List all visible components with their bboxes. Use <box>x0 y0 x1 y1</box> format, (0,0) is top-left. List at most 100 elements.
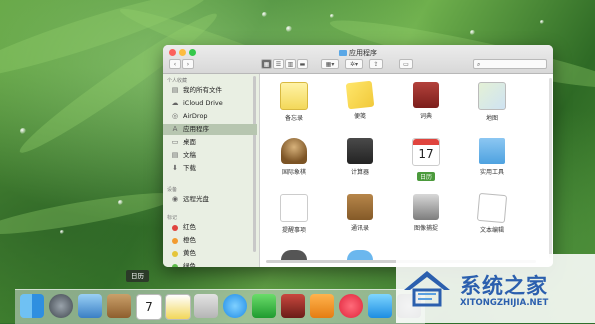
app-item[interactable]: 提醒事项 <box>266 194 322 234</box>
sidebar-device-item[interactable]: ◉ 远程光盘 <box>163 194 257 205</box>
vertical-scrollbar[interactable] <box>549 78 552 258</box>
dock-messages-icon[interactable] <box>223 294 247 318</box>
dock-stickies-icon[interactable] <box>165 294 191 320</box>
column-view-button[interactable]: ▥ <box>285 59 296 69</box>
app-label: 实用工具 <box>479 169 504 176</box>
search-field[interactable]: ⌕ <box>473 59 547 69</box>
partial-app-icon[interactable] <box>281 250 307 260</box>
watermark-name: 系统之家 <box>460 274 548 298</box>
tag-color-dot-icon <box>172 238 178 244</box>
dock-music-icon[interactable] <box>339 294 363 318</box>
dock-finder-icon[interactable] <box>20 294 44 318</box>
app-item[interactable]: 便笺 <box>332 80 388 120</box>
sidebar-tag-item[interactable]: 黄色 <box>163 248 257 259</box>
cloud-icon: ☁ <box>171 99 179 107</box>
favorites-header: 个人收藏 <box>167 78 188 84</box>
sidebar-item[interactable]: ▤ 文稿 <box>163 150 257 161</box>
list-view-button[interactable]: ☰ <box>273 59 284 69</box>
dock-tooltip: 日历 <box>126 270 149 282</box>
dock-preview-icon[interactable] <box>78 294 102 318</box>
app-item[interactable]: 地图 <box>464 82 520 122</box>
calculator-icon <box>347 138 373 164</box>
app-label: 提醒事项 <box>281 227 306 234</box>
dock-photos-icon[interactable] <box>194 294 218 318</box>
app-label: 图像捕捉 <box>413 225 438 232</box>
dock-ibooks-icon[interactable] <box>310 294 334 318</box>
airdrop-icon: ◎ <box>171 112 179 120</box>
tag-color-dot-icon <box>172 264 178 267</box>
downloads-icon: ⬇ <box>172 164 178 172</box>
watermark-logo <box>404 271 450 307</box>
sidebar-item[interactable]: ⬇ 下载 <box>163 163 257 174</box>
app-label: 通讯录 <box>350 225 369 232</box>
documents-icon: ▤ <box>171 151 179 159</box>
contacts-icon <box>347 194 373 220</box>
forward-button[interactable]: › <box>182 59 194 69</box>
sidebar-item[interactable]: A 应用程序 <box>163 124 257 135</box>
icon-view-button[interactable]: ▦ <box>261 59 272 69</box>
app-item[interactable]: 17 日历 <box>398 138 454 181</box>
action-menu-button[interactable]: ✲▾ <box>345 59 363 69</box>
reminders-icon <box>280 194 308 222</box>
sidebar-item[interactable]: ▤ 我的所有文件 <box>163 85 257 96</box>
chess-icon <box>281 138 307 164</box>
dock-app-store-icon[interactable] <box>368 294 392 318</box>
sidebar-item[interactable]: ◎ AirDrop <box>163 111 257 122</box>
cover-flow-button[interactable]: ▬ <box>297 59 308 69</box>
app-item[interactable]: 通讯录 <box>332 194 388 232</box>
dock-calendar-icon[interactable]: 7 <box>136 294 162 320</box>
window-title: 应用程序 <box>163 48 553 58</box>
desktop-icon: ▭ <box>171 138 179 146</box>
app-label: 词典 <box>419 113 432 120</box>
back-button[interactable]: ‹ <box>169 59 181 69</box>
sidebar-item-label: 绿色 <box>183 262 196 267</box>
arrange-menu-button[interactable]: ▦▾ <box>321 59 339 69</box>
app-item[interactable]: 词典 <box>398 82 454 120</box>
all-files-icon: ▤ <box>171 86 179 94</box>
finder-window: 应用程序 ‹ › ▦ ☰ ▥ ▬ ▦▾ ✲▾ ⇪ ▭ ⌕ 个人收藏 ▤ 我的所有文… <box>163 45 553 267</box>
app-item[interactable]: 计算器 <box>332 138 388 176</box>
partial-app-icon[interactable] <box>347 250 373 260</box>
dock-facetime-icon[interactable] <box>252 294 276 318</box>
dock-notes-book-icon[interactable] <box>107 294 131 318</box>
sidebar-item[interactable]: ☁ iCloud Drive <box>163 98 257 109</box>
tag-color-dot-icon <box>172 225 178 231</box>
app-label: 文本编辑 <box>479 227 504 234</box>
sidebar-item-label: 黄色 <box>183 249 196 257</box>
tag-button[interactable]: ▭ <box>399 59 413 69</box>
devices-header: 设备 <box>167 187 178 193</box>
calendar-day: 17 <box>418 147 434 161</box>
app-item[interactable]: 实用工具 <box>464 138 520 176</box>
image-capture-icon <box>413 194 439 220</box>
app-item[interactable]: 文本编辑 <box>464 192 520 234</box>
sidebar-tag-item[interactable]: 橙色 <box>163 235 257 246</box>
app-item[interactable]: 备忘录 <box>266 82 322 122</box>
app-label: 地图 <box>485 115 498 122</box>
file-browser-content: 备忘录 便笺 词典 地图国际象棋 计算器 17 日历 实用工具提醒事项 通讯录 图像捕捉 文本编辑 <box>260 74 553 267</box>
app-label: 日历 <box>416 172 435 181</box>
sidebar-tag-item[interactable]: 红色 <box>163 222 257 233</box>
sidebar-item-label: AirDrop <box>183 112 208 120</box>
share-button[interactable]: ⇪ <box>369 59 383 69</box>
sidebar-item-label: 红色 <box>183 223 196 231</box>
dock-launchpad-icon[interactable] <box>49 294 73 318</box>
sidebar-item[interactable]: ▭ 桌面 <box>163 137 257 148</box>
app-label: 便笺 <box>353 113 366 120</box>
dock-photo-booth-icon[interactable] <box>281 294 305 318</box>
sidebar-item-label: 远程光盘 <box>183 195 209 203</box>
dock: 7 <box>15 289 425 324</box>
tags-header: 标记 <box>167 215 178 221</box>
app-item[interactable]: 图像捕捉 <box>398 194 454 232</box>
notes-icon <box>280 82 308 110</box>
sidebar-item-label: 下载 <box>183 164 196 172</box>
dock-calendar-day: 7 <box>145 300 153 314</box>
watermark-url: XITONGZHIJIA.NET <box>460 298 549 308</box>
app-item[interactable]: 国际象棋 <box>266 138 322 176</box>
utilities-folder-icon <box>479 138 505 164</box>
disc-icon: ◉ <box>171 195 179 203</box>
sidebar-tag-item[interactable]: 绿色 <box>163 261 257 267</box>
calendar-icon: 17 <box>412 138 440 166</box>
folder-icon <box>339 50 347 56</box>
maps-icon <box>478 82 506 110</box>
sidebar-item-label: 文稿 <box>183 151 196 159</box>
